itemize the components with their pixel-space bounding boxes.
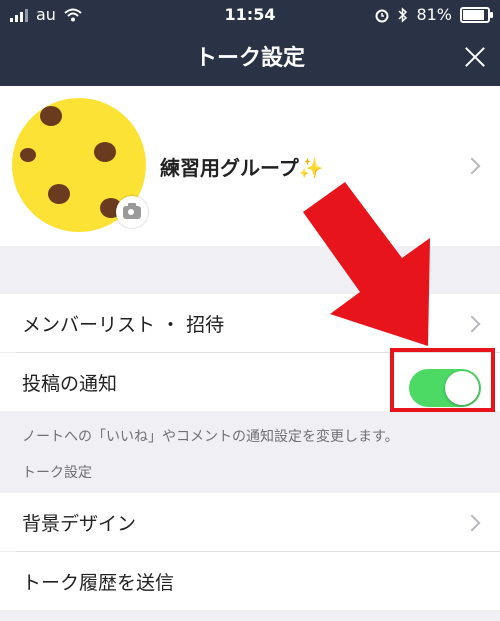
annotation-arrow <box>303 182 430 346</box>
annotation-highlight-box <box>390 348 495 412</box>
